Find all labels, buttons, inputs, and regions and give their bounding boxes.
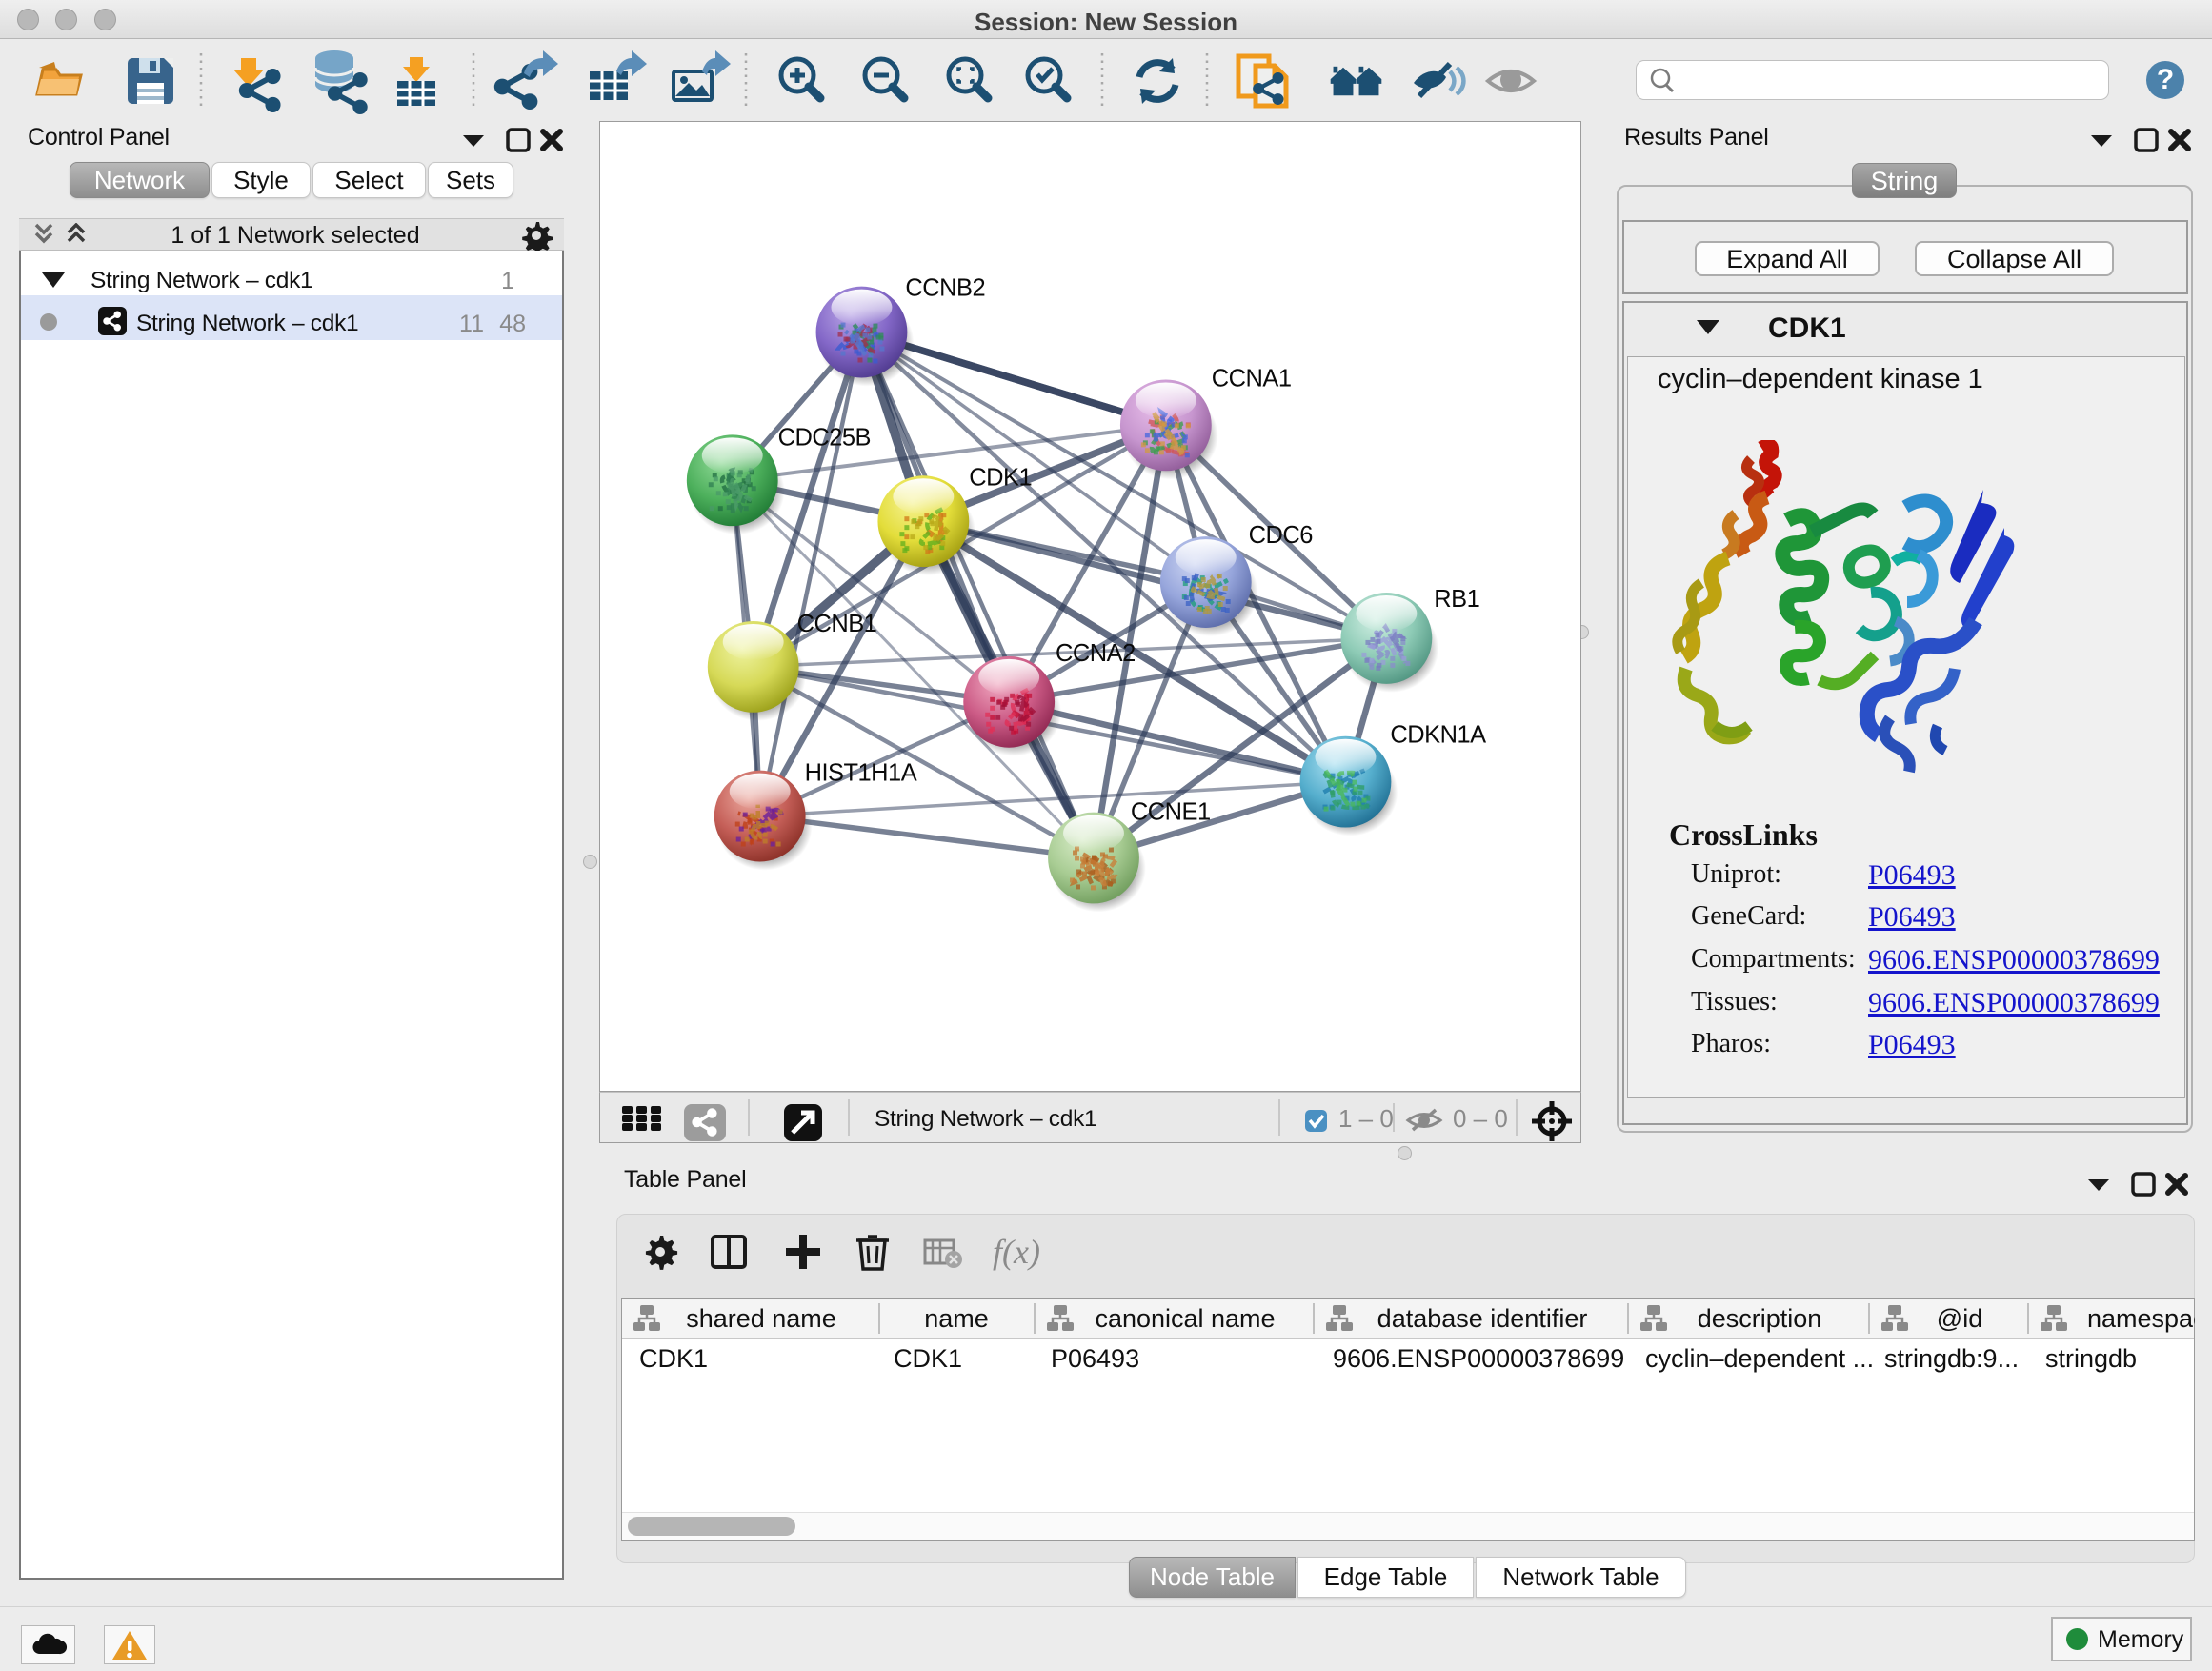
- svg-text:database identifier: database identifier: [1377, 1304, 1588, 1333]
- svg-text:CDK1: CDK1: [969, 464, 1032, 491]
- svg-text:CCNB2: CCNB2: [905, 275, 985, 302]
- svg-text:CDKN1A: CDKN1A: [1390, 722, 1486, 749]
- svg-text:1 – 0: 1 – 0: [1338, 1104, 1394, 1133]
- svg-text:0 – 0: 0 – 0: [1453, 1104, 1508, 1133]
- svg-text:CCNA2: CCNA2: [1056, 640, 1136, 667]
- svg-text:CCNA1: CCNA1: [1212, 365, 1292, 392]
- svg-text:CDC25B: CDC25B: [778, 424, 871, 451]
- svg-text:HIST1H1A: HIST1H1A: [805, 760, 917, 787]
- svg-text:String Network – cdk1: String Network – cdk1: [875, 1106, 1096, 1132]
- svg-text:description: description: [1698, 1304, 1822, 1333]
- svg-text:canonical name: canonical name: [1095, 1304, 1275, 1333]
- svg-text:namespace: namespace: [2087, 1304, 2195, 1333]
- svg-text:shared name: shared name: [686, 1304, 836, 1333]
- svg-text:CCNB1: CCNB1: [797, 611, 877, 637]
- svg-text:CCNE1: CCNE1: [1131, 799, 1211, 826]
- svg-text:CDC6: CDC6: [1249, 522, 1314, 549]
- svg-text:name: name: [924, 1304, 989, 1333]
- svg-text:RB1: RB1: [1434, 586, 1479, 613]
- svg-text:f(x): f(x): [993, 1233, 1040, 1271]
- svg-text:@id: @id: [1937, 1304, 1982, 1333]
